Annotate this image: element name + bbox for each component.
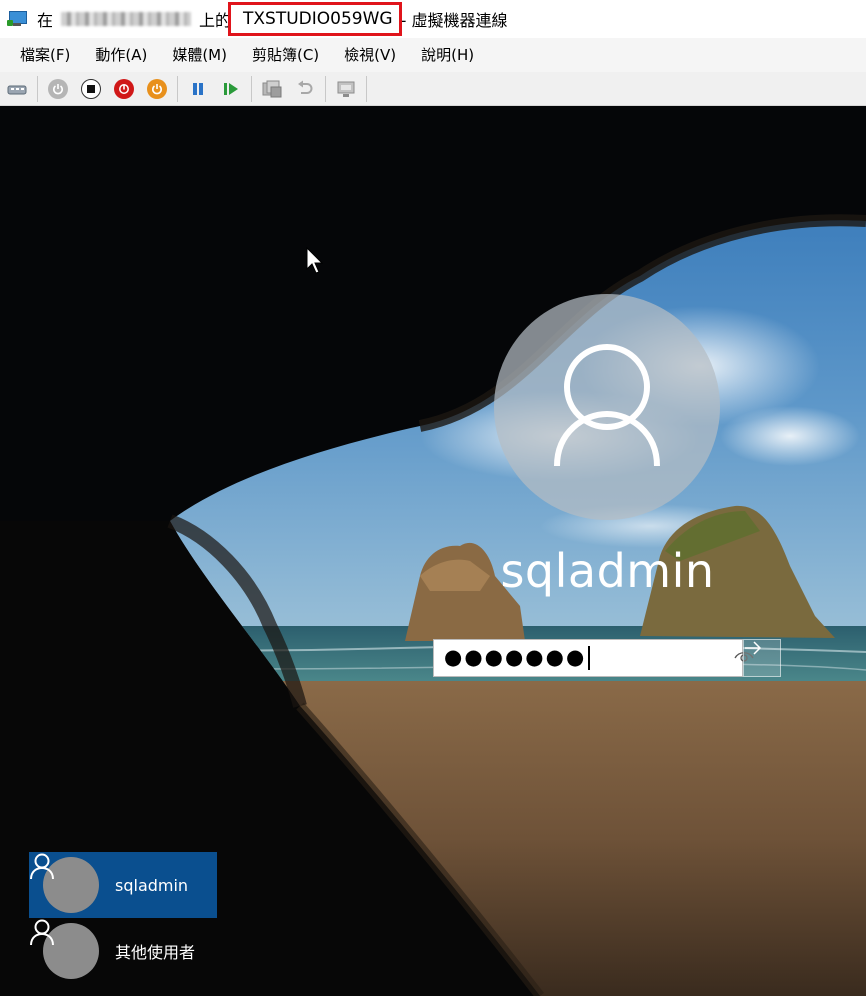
- user-icon: [30, 853, 99, 913]
- checkpoint-icon[interactable]: [259, 76, 285, 102]
- vm-name: TXSTUDIO059WG: [243, 9, 393, 29]
- title-bar: 在 上的 TXSTUDIO059WG - 虛擬機器連線: [0, 0, 866, 38]
- enhanced-session-icon[interactable]: [333, 76, 359, 102]
- password-value: ●●●●●●●: [444, 645, 591, 670]
- toolbar-separator: [325, 75, 326, 102]
- vm-connection-icon: [7, 10, 29, 28]
- vm-lock-screen[interactable]: sqladmin ●●●●●●● sqladmin 其他使用者: [0, 106, 866, 996]
- ctrl-alt-del-icon[interactable]: [4, 76, 30, 102]
- reset-icon[interactable]: [144, 76, 170, 102]
- title-prefix: 在: [37, 11, 54, 30]
- password-field[interactable]: ●●●●●●●: [433, 639, 754, 677]
- user-tile-sqladmin[interactable]: sqladmin: [29, 852, 217, 918]
- user-icon: [30, 919, 99, 979]
- user-icon: [554, 344, 660, 467]
- resume-icon[interactable]: [218, 76, 244, 102]
- title-suffix: - 虛擬機器連線: [400, 11, 508, 30]
- shutdown-icon[interactable]: [111, 76, 137, 102]
- menu-clipboard[interactable]: 剪貼簿(C): [242, 38, 329, 72]
- user-tile-other-user[interactable]: 其他使用者: [29, 918, 217, 984]
- toolbar-separator: [366, 75, 367, 102]
- toolbar-separator: [177, 75, 178, 102]
- menu-view[interactable]: 檢視(V): [334, 38, 406, 72]
- menu-action[interactable]: 動作(A): [85, 38, 157, 72]
- user-tile-label: sqladmin: [115, 875, 189, 895]
- user-tile-label: 其他使用者: [115, 943, 196, 962]
- login-username: sqladmin: [500, 544, 715, 598]
- turn-off-icon[interactable]: [78, 76, 104, 102]
- user-avatar: [494, 294, 720, 520]
- menu-help[interactable]: 說明(H): [411, 38, 484, 72]
- revert-icon[interactable]: [292, 76, 318, 102]
- vm-name-highlight: TXSTUDIO059WG: [228, 2, 402, 36]
- pause-icon[interactable]: [185, 76, 211, 102]
- toolbar-separator: [37, 75, 38, 102]
- arrow-right-icon: [745, 641, 762, 655]
- start-icon[interactable]: [45, 76, 71, 102]
- toolbar: [0, 72, 866, 106]
- submit-button[interactable]: [743, 639, 781, 677]
- menu-bar: 檔案(F) 動作(A) 媒體(M) 剪貼簿(C) 檢視(V) 說明(H): [0, 38, 866, 72]
- redacted-host-name: [61, 12, 192, 26]
- toolbar-separator: [251, 75, 252, 102]
- menu-file[interactable]: 檔案(F): [10, 38, 80, 72]
- menu-media[interactable]: 媒體(M): [162, 38, 237, 72]
- title-mid: 上的: [199, 11, 232, 30]
